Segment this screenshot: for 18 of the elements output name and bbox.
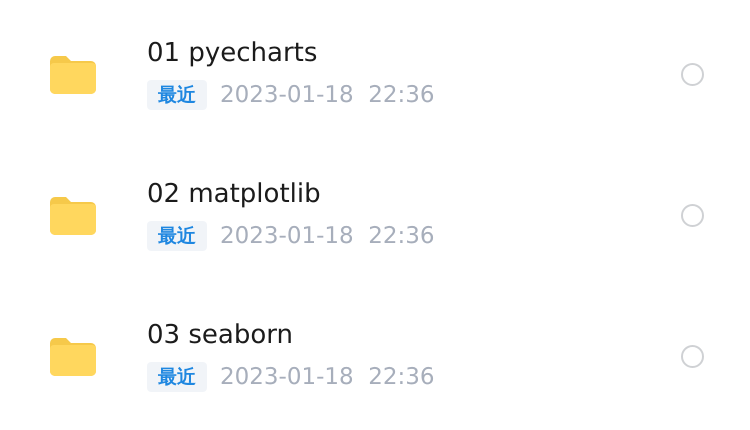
file-name: 03 seaborn bbox=[147, 320, 294, 350]
file-name: 02 matplotlib bbox=[147, 178, 322, 208]
recent-tag: 最近 bbox=[147, 362, 207, 392]
modified-date: 2023-01-18 22:36 bbox=[220, 222, 435, 248]
select-radio[interactable] bbox=[681, 345, 704, 368]
select-radio[interactable] bbox=[681, 63, 704, 86]
modified-date: 2023-01-18 22:36 bbox=[220, 364, 435, 390]
folder-icon bbox=[50, 338, 96, 376]
file-row[interactable]: 01 pyecharts 最近 2023-01-18 22:36 bbox=[0, 4, 750, 145]
recent-tag: 最近 bbox=[147, 80, 207, 110]
modified-date: 2023-01-18 22:36 bbox=[220, 82, 435, 108]
file-row[interactable]: 03 seaborn 最近 2023-01-18 22:36 bbox=[0, 286, 750, 427]
file-row[interactable]: 02 matplotlib 最近 2023-01-18 22:36 bbox=[0, 145, 750, 286]
file-name: 01 pyecharts bbox=[147, 38, 318, 68]
recent-tag: 最近 bbox=[147, 220, 207, 250]
folder-icon bbox=[50, 196, 96, 234]
folder-icon bbox=[50, 56, 96, 94]
select-radio[interactable] bbox=[681, 204, 704, 227]
